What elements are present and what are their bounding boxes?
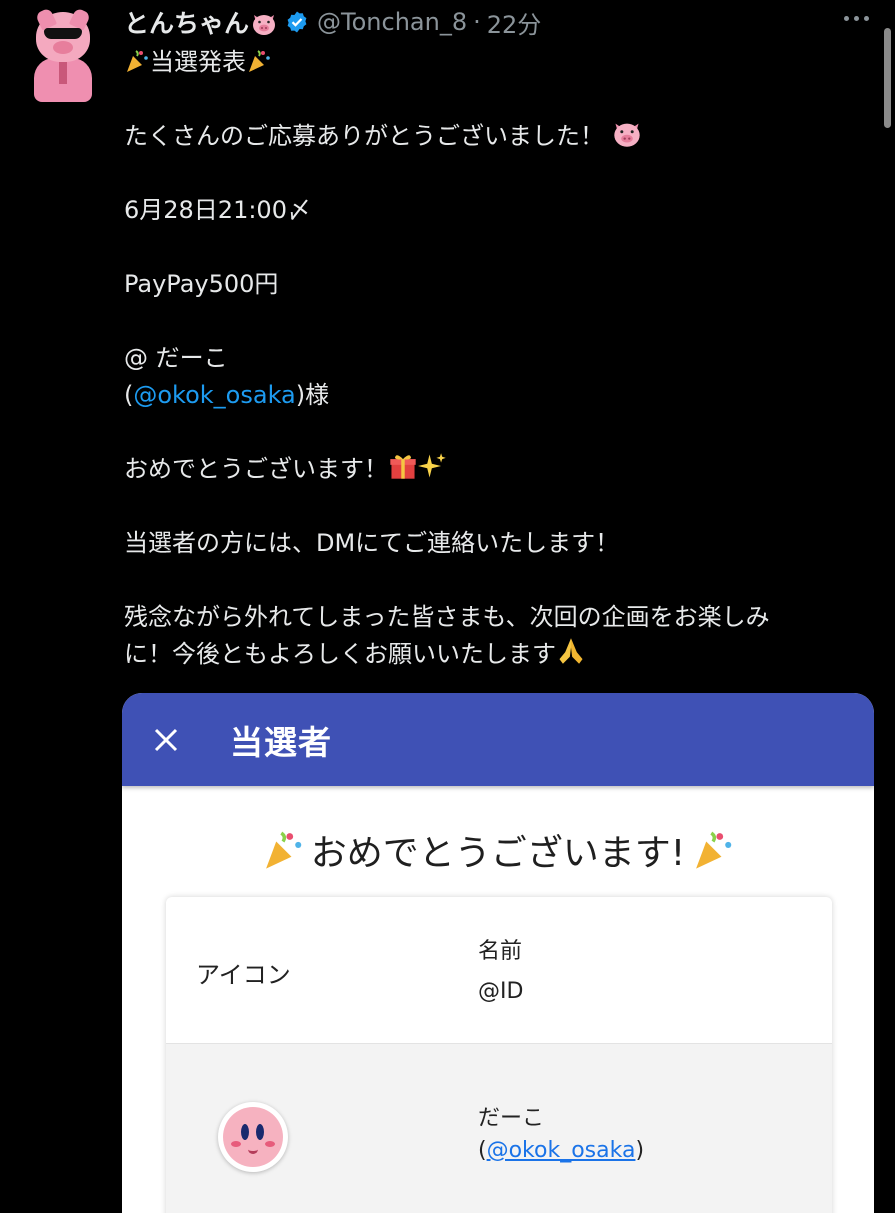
tweet-prize-line: PayPay500円 <box>124 270 279 298</box>
winner-mention-link[interactable]: @okok_osaka <box>133 381 295 409</box>
sparkles-icon <box>418 453 446 478</box>
tweet-title-line: 当選発表 <box>124 44 864 81</box>
scrollbar[interactable] <box>884 28 891 128</box>
avatar-head <box>34 7 92 62</box>
winner-table: アイコン 名前 @ID だーこ (@okok_osaka) <box>166 897 832 1213</box>
winner-id-link[interactable]: @okok_osaka <box>487 1138 636 1163</box>
party-popper-icon <box>249 50 270 72</box>
party-popper-icon <box>265 831 302 869</box>
tweet-header: とんちゃん @Tonchan_8 · 22分 <box>124 4 541 40</box>
user-handle[interactable]: @Tonchan_8 <box>317 8 467 36</box>
attached-image-card[interactable]: 当選者 おめでとうございます! アイコン 名前 @ID だーこ (@okok_o… <box>122 693 874 1213</box>
table-row: だーこ (@okok_osaka) <box>166 1044 832 1213</box>
app-bar-title: 当選者 <box>230 722 332 762</box>
tweet-closing-line-1: 残念ながら外れてしまった皆さまも、次回の企画をお楽しみ <box>124 603 770 631</box>
congrats-text: おめでとうございます! <box>310 833 686 874</box>
tweet-winner-name-line: @ だーこ <box>124 344 228 372</box>
tweet-time[interactable]: 22分 <box>487 5 542 40</box>
kirby-icon <box>223 1107 283 1167</box>
column-header-name: 名前 <box>478 939 523 964</box>
avatar-snout <box>53 41 73 54</box>
tweet-thanks-line: たくさんのご応募ありがとうございました！ <box>124 118 864 155</box>
winner-name: だーこ <box>478 1106 545 1131</box>
gift-icon <box>390 455 416 479</box>
column-header-icon: アイコン <box>196 961 291 989</box>
column-header-id: @ID <box>478 979 524 1004</box>
app-bar: 当選者 <box>122 693 874 786</box>
tweet-closing-line-2: に！今後ともよろしくお願いいたします <box>124 636 864 673</box>
sunglasses-icon <box>44 28 82 39</box>
tweet-winner-handle-line: (@okok_osaka)様 <box>124 381 330 409</box>
tweet-congrats-line: おめでとうございます！ <box>124 451 864 488</box>
pig-face-icon <box>253 15 276 35</box>
tweet-text: 当選発表 たくさんのご応募ありがとうございました！ 6月28日21:00〆 Pa… <box>124 44 864 673</box>
winner-avatar <box>218 1102 288 1172</box>
winner-id: (@okok_osaka) <box>478 1138 645 1163</box>
verified-badge-icon <box>287 11 307 33</box>
pig-face-icon <box>613 123 640 147</box>
tweet-dm-notice-line: 当選者の方には、DMにてご連絡いたします！ <box>124 529 620 557</box>
party-popper-icon <box>127 50 148 72</box>
tweet-deadline-line: 6月28日21:00〆 <box>124 196 311 224</box>
more-options-icon[interactable] <box>839 8 873 28</box>
avatar-tie <box>59 62 67 84</box>
close-icon[interactable] <box>144 718 188 762</box>
table-header: アイコン 名前 @ID <box>166 897 832 1044</box>
separator-dot: · <box>473 8 481 36</box>
congrats-heading: おめでとうございます! <box>122 824 874 876</box>
folded-hands-icon <box>559 638 583 664</box>
author-avatar[interactable] <box>30 7 96 102</box>
party-popper-icon <box>696 831 732 869</box>
display-name[interactable]: とんちゃん <box>124 4 249 40</box>
